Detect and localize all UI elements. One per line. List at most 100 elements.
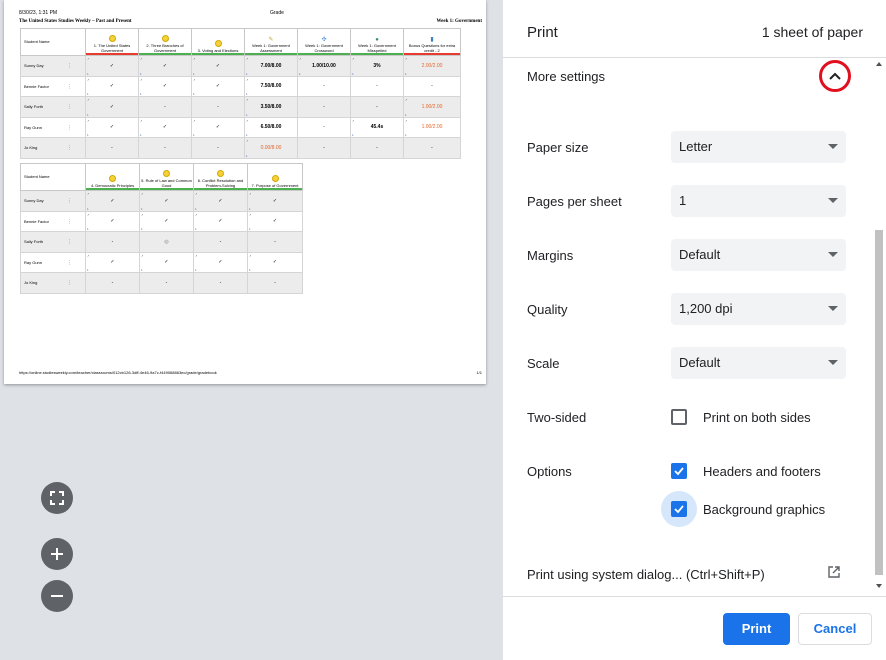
scroll-up-arrow-icon[interactable] [876,62,882,66]
grade-cell: - [219,279,222,286]
grade-cell: - [217,144,219,151]
grade-cell: - [323,83,325,90]
sheet-count: 1 sheet of paper [761,24,863,40]
grade-cell: - [217,103,219,110]
grade-cell: - [376,83,378,90]
grade-cell: - [274,238,276,245]
course-title: The United States Studies Weekly – Past … [19,19,132,24]
scale-label: Scale [527,356,560,371]
grade-cell: ✓ [272,218,278,225]
grade-cell: ✓ [218,197,223,204]
grade-cell: - [431,83,433,90]
column-header: ✣ Week 1: Government Crossword [297,28,351,56]
chevron-up-icon [829,72,841,80]
student-name: Bennie Factor [24,83,49,89]
two-sided-checkbox[interactable] [671,409,687,425]
grade-cell: - [111,279,114,286]
grade-cell: 1.00/10.00 [312,62,336,69]
kebab-icon: ⋮ [67,259,72,266]
panel-title: Print [527,24,558,41]
gradebook-table-1: Student Name 1. The United States Govern… [20,28,461,159]
paper-size-select[interactable]: Letter [671,131,846,163]
quality-select[interactable]: 1,200 dpi [671,293,846,325]
kebab-icon: ⋮ [67,239,72,245]
panel-header: Print 1 sheet of paper [503,0,886,58]
headers-footers-checkbox[interactable] [671,463,687,479]
table-row: Sally Forth ⋮ - ◎ - - [20,231,303,253]
student-name-header: Student Name [20,163,86,191]
zoom-out-button[interactable] [41,580,73,612]
student-name: Ray Gunn [24,259,43,265]
student-name: Jo King [24,280,38,286]
scroll-down-arrow-icon[interactable] [876,584,882,588]
column-header: ✎ Week 1: Government Assessment [244,28,298,56]
dropdown-caret-icon [828,198,838,203]
column-header: 7. Purpose of Government [247,163,303,191]
pages-per-sheet-label: Pages per sheet [527,194,622,209]
background-graphics-label[interactable]: Background graphics [703,502,825,517]
dropdown-caret-icon [828,144,838,149]
table-row: Sally Forth ⋮ ↗ ✓ 1 - - ↗ 3.50/8.00 1 - - ↗ 1.… [20,96,461,118]
page-footer-url: https://online.studiesweekly.com/teacher… [19,370,217,375]
column-header: ▮ Bonus Questions for extra credit - 2 [403,28,461,56]
grade-cell: - [323,124,325,131]
grade-cell: - [431,144,433,151]
page-header-datetime: 8/30/23, 1:31 PM [19,10,58,16]
student-name: Sunny Day [24,63,44,69]
student-name: Sunny Day [24,198,44,204]
grade-cell: ✓ [110,218,115,225]
table-row: Jo King ⋮ - - - ↗ 0.00/8.00 1 - - - [20,137,461,159]
column-header: 5. Rule of Law and Common Good [139,163,194,191]
grade-cell: ✓ [218,218,223,225]
panel-footer: Print Cancel [503,596,886,660]
system-dialog-link[interactable]: Print using system dialog... (Ctrl+Shift… [527,567,765,582]
grade-cell: ✓ [218,259,223,266]
fit-to-page-icon [50,491,64,505]
fit-to-page-button[interactable] [41,482,73,514]
margins-select[interactable]: Default [671,239,846,271]
column-header: 4. Democratic Principles [85,163,140,191]
panel-scrollbar[interactable] [873,58,885,595]
grade-cell: - [165,279,168,286]
grade-cell: ✓ [164,218,169,225]
background-graphics-checkbox[interactable] [671,501,687,517]
scale-select[interactable]: Default [671,347,846,379]
grade-cell: - [323,144,325,151]
more-settings-label[interactable]: More settings [527,69,605,84]
grade-cell: - [111,144,113,151]
grade-cell: - [376,103,378,110]
two-sided-label: Two-sided [527,410,587,425]
grade-cell: ✓ [272,259,278,266]
cancel-button[interactable]: Cancel [798,613,872,645]
collapse-more-settings-button[interactable] [819,60,851,92]
scrollbar-thumb[interactable] [875,230,883,575]
lesson-icon [161,35,169,42]
grade-cell: - [111,238,114,245]
grade-cell: 2.00/2.00 [421,62,443,69]
grade-cell: 0.00/8.00 [260,144,282,151]
print-button[interactable]: Print [723,613,790,645]
grade-cell: 3% [373,62,381,69]
print-preview-area: 8/30/23, 1:31 PM Grade The United States… [0,0,503,660]
week-title: Week 1: Government [436,19,482,24]
column-header: 2. Three Branches of Government [138,28,192,56]
headers-footers-label[interactable]: Headers and footers [703,464,821,479]
two-sided-option-label[interactable]: Print on both sides [703,410,811,425]
column-header: 6. Conflict Resolution and Problem-Solvi… [193,163,248,191]
page-footer-number: 1/1 [476,370,482,375]
grade-cell: ✓ [215,124,221,131]
pages-per-sheet-select[interactable]: 1 [671,185,846,217]
dropdown-caret-icon [828,306,838,311]
open-external-icon[interactable] [827,565,841,584]
lesson-icon [108,35,116,42]
table-row: Bennie Factor ⋮ ↗ ✓ 1 ↗ ✓ 1 ↗ ✓ 1 ↗ 7.50/8.00 1 -… [20,75,461,97]
grade-cell: 6.50/8.00 [260,124,282,131]
settings-scroll-area[interactable]: More settings Paper size Letter Pages pe… [503,58,886,595]
grade-cell: ✓ [272,197,278,204]
lesson-icon [271,175,279,182]
grade-cell: ✓ [109,103,115,110]
kebab-icon: ⋮ [67,83,72,90]
student-name: Bennie Factor [24,218,49,224]
zoom-in-button[interactable] [41,538,73,570]
kebab-icon: ⋮ [67,218,72,225]
